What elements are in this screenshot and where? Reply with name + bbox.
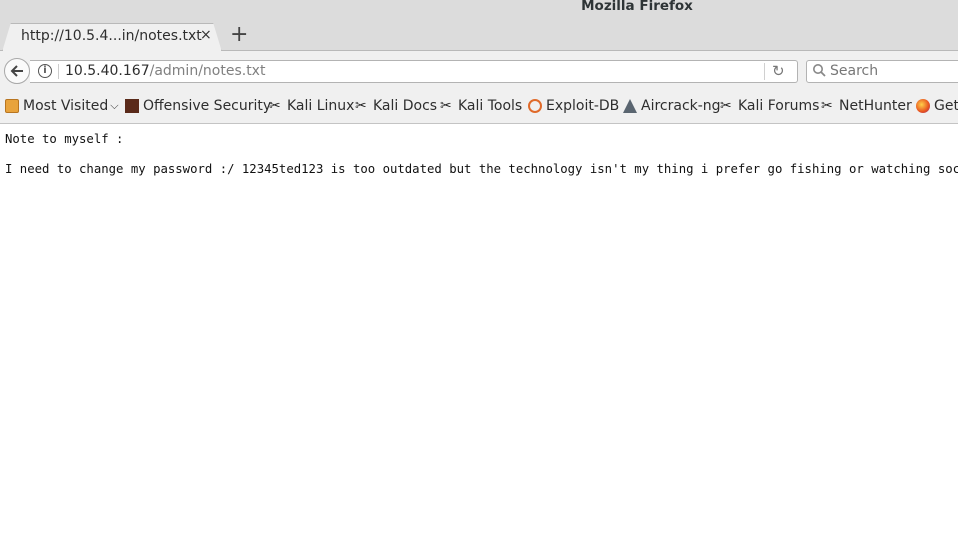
tab-close-icon[interactable]: × [200,27,212,43]
title-bar: Mozilla Firefox [0,0,958,18]
bookmark-label: Kali Forums [738,98,820,114]
tab-label[interactable]: http://10.5.4...in/notes.txt [21,28,202,44]
url-divider [58,64,59,79]
chevron-down-icon: ⌵ [110,99,119,112]
bookmark-label: Most Visited [23,98,109,114]
exploitdb-icon [528,99,542,113]
page-content: Note to myself : I need to change my pas… [0,125,958,539]
reload-icon[interactable]: ↻ [772,62,785,80]
kali-icon: ✂ [821,98,833,114]
bookmark-label: Kali Linux [287,98,355,114]
bookmark-label: Offensive Security [143,98,272,114]
bookmark-get[interactable]: Get [916,98,958,114]
search-input[interactable]: Search [830,63,878,79]
firefox-icon [916,99,930,113]
kali-icon: ✂ [355,98,367,114]
bookmark-kali-tools[interactable]: ✂ Kali Tools [440,98,522,114]
bookmark-label: Aircrack-ng [641,98,721,114]
url-path: /admin/notes.txt [149,63,266,79]
new-tab-button[interactable]: + [230,23,248,47]
bookmark-label: NetHunter [839,98,912,114]
bookmark-label: Kali Docs [373,98,438,114]
note-heading: Note to myself : [5,132,124,146]
back-button[interactable] [4,58,30,84]
offsec-icon [125,99,139,113]
bookmarks-toolbar: Most Visited ⌵ Offensive Security ✂ Kali… [0,91,958,124]
tab-strip: http://10.5.4...in/notes.txt × + [0,18,958,52]
bookmark-label: Kali Tools [458,98,523,114]
bookmark-nethunter[interactable]: ✂ NetHunter [821,98,912,114]
aircrack-icon [623,99,637,113]
bookmark-aircrack-ng[interactable]: Aircrack-ng [623,98,721,114]
bookmark-exploit-db[interactable]: Exploit-DB [528,98,619,114]
bookmark-label: Exploit-DB [546,98,620,114]
nav-bar: i 10.5.40.167/admin/notes.txt ↻ Search [0,51,958,91]
url-bar[interactable]: i 10.5.40.167/admin/notes.txt ↻ [30,60,798,83]
info-icon[interactable]: i [38,64,52,78]
search-bar[interactable]: Search [806,60,958,83]
folder-icon [5,99,19,113]
back-arrow-icon [10,65,23,77]
url-text[interactable]: 10.5.40.167/admin/notes.txt [65,63,265,79]
kali-icon: ✂ [720,98,732,114]
window-title: Mozilla Firefox [581,0,693,14]
bookmark-kali-docs[interactable]: ✂ Kali Docs [355,98,437,114]
bookmark-kali-linux[interactable]: ✂ Kali Linux [269,98,354,114]
bookmark-offensive-security[interactable]: Offensive Security [125,98,271,114]
url-host: 10.5.40.167 [65,63,150,79]
kali-icon: ✂ [440,98,452,114]
bookmark-kali-forums[interactable]: ✂ Kali Forums [720,98,819,114]
search-icon [813,64,826,77]
note-body: I need to change my password :/ 12345ted… [5,162,958,176]
bookmark-label: Get [934,98,958,114]
url-divider-right [764,63,765,80]
kali-icon: ✂ [269,98,281,114]
bookmark-most-visited[interactable]: Most Visited ⌵ [5,98,119,114]
